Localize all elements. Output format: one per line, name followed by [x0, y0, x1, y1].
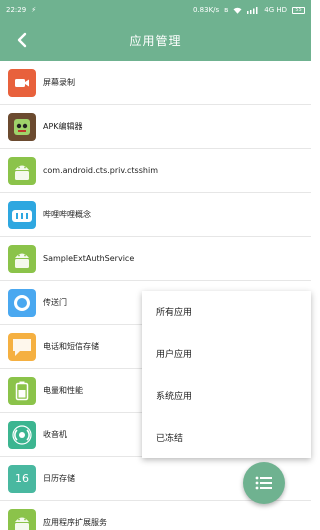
status-time: 22:29	[6, 6, 27, 14]
app-name: com.android.cts.priv.ctsshim	[43, 166, 158, 175]
menu-item-all-apps[interactable]: 所有应用	[142, 291, 311, 333]
app-name: 收音机	[43, 430, 67, 439]
apk-editor-icon	[8, 112, 36, 141]
app-name: 电量和性能	[43, 386, 83, 395]
battery-level: 55	[295, 7, 302, 13]
menu-item-system-apps[interactable]: 系统应用	[142, 375, 311, 417]
app-list-item[interactable]: 哔哩哔哩概念	[0, 193, 311, 237]
calendar-icon: 16	[8, 464, 36, 493]
app-list-item[interactable]: APK编辑器	[0, 105, 311, 149]
radio-icon	[8, 420, 36, 449]
android-icon	[8, 156, 36, 185]
signal-icon	[247, 6, 258, 14]
app-name: 哔哩哔哩概念	[43, 210, 91, 219]
wifi-icon	[233, 7, 242, 14]
list-icon	[255, 476, 272, 490]
page-title: 应用管理	[129, 34, 182, 48]
network-label: 4G HD	[264, 6, 287, 14]
filter-menu: 所有应用 用户应用 系统应用 已冻结	[142, 291, 311, 458]
app-name: 日历存储	[43, 474, 75, 483]
network-speed: 0.83K/s	[192, 6, 220, 14]
video-camera-icon	[8, 68, 36, 97]
battery-icon	[8, 376, 36, 405]
app-list-item[interactable]: 应用程序扩展服务	[0, 501, 311, 530]
menu-item-frozen[interactable]: 已冻结	[142, 416, 311, 458]
app-name: APK编辑器	[43, 122, 83, 131]
app-list-item[interactable]: com.android.cts.priv.ctsshim	[0, 149, 311, 193]
portal-icon	[8, 288, 36, 317]
bluetooth-icon: ʙ	[224, 6, 229, 14]
calendar-day: 16	[15, 472, 29, 485]
app-list-item[interactable]: 屏幕录制	[0, 61, 311, 105]
status-bar: 22:29 ⚡ 0.83K/s ʙ 4G HD 55	[0, 0, 311, 20]
app-name: 屏幕录制	[43, 78, 75, 87]
filter-fab-button[interactable]	[243, 462, 285, 504]
app-bar: 应用管理	[0, 20, 311, 61]
android-icon	[8, 244, 36, 273]
bilibili-icon	[8, 200, 36, 229]
app-name: 电话和短信存储	[43, 342, 99, 351]
menu-item-user-apps[interactable]: 用户应用	[142, 333, 311, 375]
battery-icon: 55	[292, 6, 305, 14]
android-icon	[8, 508, 36, 530]
app-list-item[interactable]: SampleExtAuthService	[0, 237, 311, 281]
message-icon	[8, 332, 36, 361]
app-name: 应用程序扩展服务	[43, 518, 107, 527]
back-arrow-icon	[17, 32, 27, 48]
app-name: SampleExtAuthService	[43, 254, 135, 263]
back-button[interactable]	[10, 28, 34, 52]
app-name: 传送门	[43, 298, 67, 307]
notification-icon: ⚡	[31, 6, 37, 14]
